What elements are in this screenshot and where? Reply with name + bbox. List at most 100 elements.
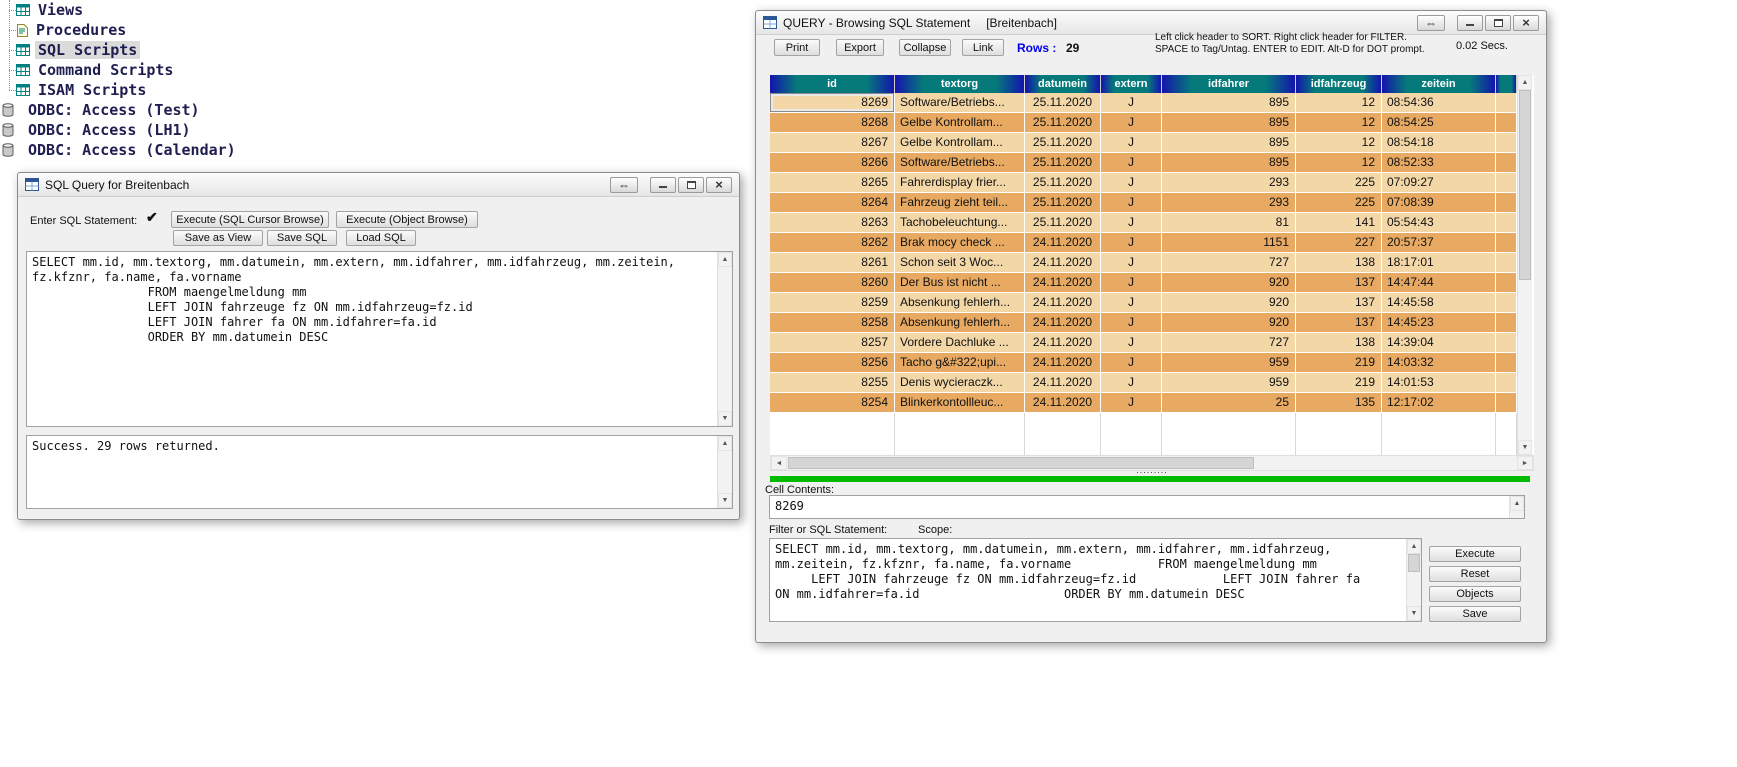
- print-button[interactable]: Print: [774, 39, 820, 56]
- execute-sql-cursor-browse-button[interactable]: Execute (SQL Cursor Browse): [171, 211, 329, 228]
- cell-extern[interactable]: J: [1101, 113, 1162, 132]
- scroll-up-button[interactable]: ▲: [718, 436, 732, 451]
- execute-object-browse-button[interactable]: Execute (Object Browse): [336, 211, 478, 228]
- cell-datumein[interactable]: 24.11.2020: [1025, 293, 1101, 312]
- cell-id[interactable]: 8262: [770, 233, 895, 252]
- cell-idfahrer[interactable]: 895: [1162, 153, 1296, 172]
- cell-textorg[interactable]: Blinkerkontollleuc...: [895, 393, 1025, 412]
- cell-idfahrzeug[interactable]: 12: [1296, 153, 1382, 172]
- column-header-id[interactable]: id: [770, 75, 895, 93]
- cell-textorg[interactable]: Tachobeleuchtung...: [895, 213, 1025, 232]
- editor-vertical-scrollbar[interactable]: ▲ ▼: [717, 252, 732, 426]
- link-button[interactable]: Link: [962, 39, 1004, 56]
- cell-id[interactable]: 8264: [770, 193, 895, 212]
- cell-textorg[interactable]: Tacho g&#322;upi...: [895, 353, 1025, 372]
- column-header-idfahrzeug[interactable]: idfahrzeug: [1296, 75, 1382, 93]
- filter-sql-text[interactable]: SELECT mm.id, mm.textorg, mm.datumein, m…: [770, 539, 1406, 621]
- cell-idfahrzeug[interactable]: 219: [1296, 353, 1382, 372]
- cell-zeitein[interactable]: 14:45:58: [1382, 293, 1496, 312]
- cell-zeitein[interactable]: 14:03:32: [1382, 353, 1496, 372]
- tree-item-sql-scripts[interactable]: SQL Scripts: [0, 40, 330, 60]
- cell-zeitein[interactable]: 14:47:44: [1382, 273, 1496, 292]
- cell-zeitein[interactable]: 20:57:37: [1382, 233, 1496, 252]
- grid-row[interactable]: 8264Fahrzeug zieht teil...25.11.2020J293…: [770, 193, 1517, 213]
- filter-vertical-scrollbar[interactable]: ▲ ▼: [1406, 539, 1421, 621]
- cell-textorg[interactable]: Gelbe Kontrollam...: [895, 133, 1025, 152]
- objects-button[interactable]: Objects: [1429, 586, 1521, 602]
- cell-zeitein[interactable]: 07:08:39: [1382, 193, 1496, 212]
- grid-row[interactable]: 8256Tacho g&#322;upi...24.11.2020J959219…: [770, 353, 1517, 373]
- cell-extern[interactable]: J: [1101, 273, 1162, 292]
- cell-zeitein[interactable]: 05:54:43: [1382, 213, 1496, 232]
- grid-row[interactable]: 8258Absenkung fehlerh...24.11.2020J92013…: [770, 313, 1517, 333]
- switch-window-button[interactable]: ⇔: [610, 177, 638, 193]
- cell-idfahrer[interactable]: 727: [1162, 333, 1296, 352]
- close-button[interactable]: ×: [1513, 15, 1539, 31]
- cell-id[interactable]: 8258: [770, 313, 895, 332]
- grid-row[interactable]: 8269Software/Betriebs...25.11.2020J89512…: [770, 93, 1517, 113]
- sql-statement-editor[interactable]: SELECT mm.id, mm.textorg, mm.datumein, m…: [26, 251, 733, 427]
- cell-extern[interactable]: J: [1101, 353, 1162, 372]
- vertical-scroll-thumb[interactable]: [1408, 554, 1420, 572]
- cell-contents-value[interactable]: 8269: [770, 496, 1509, 518]
- cell-idfahrzeug[interactable]: 12: [1296, 93, 1382, 112]
- cell-id[interactable]: 8257: [770, 333, 895, 352]
- grid-row[interactable]: 8259Absenkung fehlerh...24.11.2020J92013…: [770, 293, 1517, 313]
- cell-idfahrer[interactable]: 895: [1162, 93, 1296, 112]
- splitter-handle[interactable]: .........: [756, 466, 1548, 475]
- column-header-textorg[interactable]: textorg: [895, 75, 1025, 93]
- cell-textorg[interactable]: Fahrerdisplay frier...: [895, 173, 1025, 192]
- collapse-button[interactable]: Collapse: [899, 39, 951, 56]
- cell-idfahrer[interactable]: 1151: [1162, 233, 1296, 252]
- cell-zeitein[interactable]: 12:17:02: [1382, 393, 1496, 412]
- cell-id[interactable]: 8269: [770, 93, 895, 112]
- switch-window-button[interactable]: ⇔: [1417, 15, 1445, 31]
- cell-datumein[interactable]: 25.11.2020: [1025, 213, 1101, 232]
- cell-idfahrer[interactable]: 920: [1162, 313, 1296, 332]
- cell-extern[interactable]: J: [1101, 213, 1162, 232]
- cell-extern[interactable]: J: [1101, 293, 1162, 312]
- cell-idfahrzeug[interactable]: 137: [1296, 293, 1382, 312]
- tree-item-procedures[interactable]: Procedures: [0, 20, 330, 40]
- scroll-up-button[interactable]: ▲: [718, 252, 732, 267]
- grid-row[interactable]: 8261Schon seit 3 Woc...24.11.2020J727138…: [770, 253, 1517, 273]
- cell-id[interactable]: 8266: [770, 153, 895, 172]
- execute-button[interactable]: Execute: [1429, 546, 1521, 562]
- cell-datumein[interactable]: 24.11.2020: [1025, 273, 1101, 292]
- cell-zeitein[interactable]: 08:54:25: [1382, 113, 1496, 132]
- scroll-down-button[interactable]: ▼: [718, 411, 732, 426]
- cell-idfahrer[interactable]: 25: [1162, 393, 1296, 412]
- cell-textorg[interactable]: Software/Betriebs...: [895, 153, 1025, 172]
- cell-idfahrzeug[interactable]: 225: [1296, 173, 1382, 192]
- close-button[interactable]: ×: [706, 177, 732, 193]
- cell-datumein[interactable]: 24.11.2020: [1025, 313, 1101, 332]
- save-as-view-button[interactable]: Save as View: [173, 230, 263, 246]
- cell-textorg[interactable]: Absenkung fehlerh...: [895, 293, 1025, 312]
- tree-item-isam-scripts[interactable]: ISAM Scripts: [0, 80, 330, 100]
- column-header-datumein[interactable]: datumein: [1025, 75, 1101, 93]
- cell-zeitein[interactable]: 08:54:36: [1382, 93, 1496, 112]
- grid-row[interactable]: 8263Tachobeleuchtung...25.11.2020J811410…: [770, 213, 1517, 233]
- cell-datumein[interactable]: 24.11.2020: [1025, 253, 1101, 272]
- column-header-idfahrer[interactable]: idfahrer: [1162, 75, 1296, 93]
- grid-row[interactable]: 8266Software/Betriebs...25.11.2020J89512…: [770, 153, 1517, 173]
- cell-textorg[interactable]: Absenkung fehlerh...: [895, 313, 1025, 332]
- cell-textorg[interactable]: Denis wycieraczk...: [895, 373, 1025, 392]
- minimize-button[interactable]: [650, 177, 676, 193]
- grid-vertical-scrollbar[interactable]: ▲ ▼: [1517, 75, 1532, 455]
- grid-row[interactable]: 8267Gelbe Kontrollam...25.11.2020J895120…: [770, 133, 1517, 153]
- cell-extern[interactable]: J: [1101, 93, 1162, 112]
- cell-idfahrzeug[interactable]: 138: [1296, 333, 1382, 352]
- cell-datumein[interactable]: 24.11.2020: [1025, 233, 1101, 252]
- tree-item-odbc-access-test[interactable]: ODBC: Access (Test): [0, 100, 330, 120]
- maximize-button[interactable]: [1485, 15, 1511, 31]
- cell-id[interactable]: 8267: [770, 133, 895, 152]
- cell-idfahrzeug[interactable]: 141: [1296, 213, 1382, 232]
- sql-statement-text[interactable]: SELECT mm.id, mm.textorg, mm.datumein, m…: [27, 252, 717, 426]
- cell-idfahrer[interactable]: 293: [1162, 193, 1296, 212]
- cell-zeitein[interactable]: 14:45:23: [1382, 313, 1496, 332]
- tree-item-odbc-access-calendar[interactable]: ODBC: Access (Calendar): [0, 140, 330, 160]
- cell-id[interactable]: 8256: [770, 353, 895, 372]
- cell-textorg[interactable]: Der Bus ist nicht ...: [895, 273, 1025, 292]
- save-sql-button[interactable]: Save SQL: [267, 230, 337, 246]
